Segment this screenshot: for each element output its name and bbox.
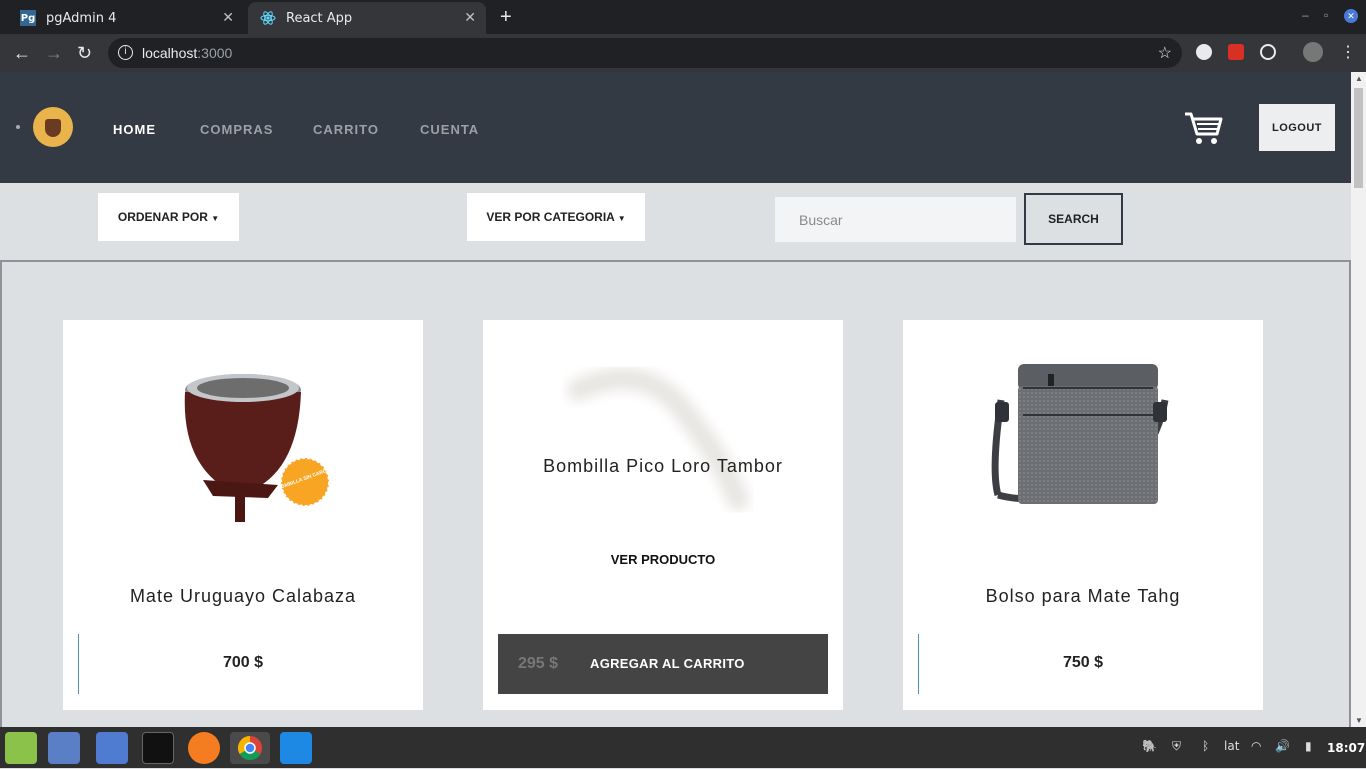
mate-logo[interactable] [33, 107, 73, 147]
product-price: 700 $ [222, 654, 264, 671]
profile-avatar[interactable] [1303, 42, 1323, 62]
product-grid: BOMBILLA SIN CARGO Mate Uruguayo Calabaz… [0, 260, 1351, 727]
os-taskbar: 🐘 ⛨ ᛒ lat ◠ 🔊 ▮ 18:07 [0, 727, 1366, 768]
postgres-tray-icon[interactable]: 🐘 [1142, 739, 1157, 753]
scrollbar-thumb[interactable] [1354, 88, 1363, 188]
decorative-dot [16, 125, 20, 129]
add-to-cart-label: AGREGAR AL CARRITO [590, 656, 745, 671]
caret-down-icon: ▼ [211, 214, 220, 223]
keyboard-layout[interactable]: lat [1224, 739, 1239, 753]
product-price: 750 $ [1062, 654, 1104, 671]
product-title: Bolso para Mate Tahg [985, 586, 1181, 606]
extension-icon[interactable] [1228, 44, 1244, 60]
menu-kebab-icon[interactable]: ⋮ [1340, 43, 1356, 63]
info-icon[interactable]: i [118, 45, 133, 60]
extension-icon[interactable] [1260, 44, 1276, 60]
shield-icon[interactable]: ⛨ [1172, 739, 1181, 754]
firefox-icon[interactable] [188, 732, 220, 764]
clock[interactable]: 18:07 [1327, 741, 1365, 755]
vscode-icon[interactable] [280, 732, 312, 764]
tab-pgadmin[interactable]: Pg pgAdmin 4 ✕ [8, 2, 244, 34]
new-tab-icon[interactable]: + [500, 6, 512, 29]
caret-down-icon: ▼ [617, 214, 626, 223]
view-product-link[interactable]: VER PRODUCTO [483, 552, 843, 567]
volume-icon[interactable]: 🔊 [1275, 739, 1290, 753]
dropdown-label: ORDENAR POR [117, 210, 208, 224]
close-icon[interactable]: ✕ [222, 10, 234, 26]
search-input[interactable] [775, 197, 1016, 242]
restore-icon[interactable]: ▫ [1324, 8, 1328, 22]
extension-icon[interactable] [1196, 44, 1212, 60]
minimize-icon[interactable]: – [1302, 8, 1309, 22]
product-price: 295 $ [518, 655, 559, 672]
back-icon[interactable]: ← [13, 43, 31, 63]
logout-button[interactable]: LOGOUT [1259, 104, 1335, 151]
product-image-mate: BOMBILLA SIN CARGO [63, 320, 423, 550]
files-icon[interactable] [96, 732, 128, 764]
app-header: HOME COMPRAS CARRITO CUENTA LOGOUT [0, 72, 1351, 183]
product-image-bombilla [483, 320, 843, 550]
product-card[interactable]: Bolso para Mate Tahg 750 $ [903, 320, 1263, 710]
terminal-icon[interactable] [142, 732, 174, 764]
bluetooth-icon[interactable]: ᛒ [1202, 739, 1209, 753]
product-title: Bombilla Pico Loro Tambor [543, 456, 783, 476]
scroll-down-icon[interactable]: ▼ [1355, 716, 1363, 725]
react-icon [260, 10, 276, 26]
shopping-cart-icon[interactable] [1183, 110, 1223, 151]
dropdown-label: VER POR CATEGORIA [486, 210, 615, 224]
reload-icon[interactable]: ↻ [77, 43, 92, 63]
order-by-dropdown[interactable]: ORDENAR POR ▼ [98, 193, 239, 241]
page-scrollbar[interactable]: ▲ ▼ [1351, 72, 1366, 727]
window-close-icon[interactable]: ✕ [1344, 9, 1358, 23]
price-row: 700 $ [78, 634, 408, 694]
scroll-up-icon[interactable]: ▲ [1355, 74, 1363, 83]
browser-tab-bar: Pg pgAdmin 4 ✕ React App ✕ + – ▫ ✕ [0, 0, 1366, 34]
category-dropdown[interactable]: VER POR CATEGORIA ▼ [467, 193, 645, 241]
tab-react-app[interactable]: React App ✕ [248, 2, 486, 34]
forward-icon[interactable]: → [45, 43, 63, 63]
add-to-cart-button[interactable]: 295 $ AGREGAR AL CARRITO [498, 634, 828, 694]
product-card[interactable]: BOMBILLA SIN CARGO Mate Uruguayo Calabaz… [63, 320, 423, 710]
battery-icon[interactable]: ▮ [1305, 739, 1312, 753]
pgadmin-icon: Pg [20, 10, 36, 26]
show-desktop-icon[interactable] [48, 732, 80, 764]
close-icon[interactable]: ✕ [464, 10, 476, 26]
nav-home[interactable]: HOME [113, 122, 156, 137]
nav-compras[interactable]: COMPRAS [200, 122, 273, 137]
browser-toolbar: ← → ↻ i localhost:3000 ☆ ⋮ [0, 34, 1366, 72]
wifi-icon[interactable]: ◠ [1251, 739, 1261, 753]
nav-cuenta[interactable]: CUENTA [420, 122, 479, 137]
mint-menu-icon[interactable] [5, 732, 37, 764]
address-bar[interactable]: i localhost:3000 ☆ [108, 38, 1182, 68]
tab-title: pgAdmin 4 [46, 10, 117, 26]
nav-carrito[interactable]: CARRITO [313, 122, 379, 137]
product-title: Mate Uruguayo Calabaza [129, 586, 357, 606]
product-card[interactable]: Bombilla Pico Loro Tambor VER PRODUCTO 2… [483, 320, 843, 710]
chrome-icon[interactable] [230, 732, 270, 764]
bookmark-star-icon[interactable]: ☆ [1158, 43, 1172, 63]
product-image-bolso [903, 320, 1263, 550]
url-text: localhost:3000 [142, 45, 233, 61]
price-row: 750 $ [918, 634, 1248, 694]
search-button[interactable]: SEARCH [1024, 193, 1123, 245]
tab-title: React App [286, 10, 353, 26]
